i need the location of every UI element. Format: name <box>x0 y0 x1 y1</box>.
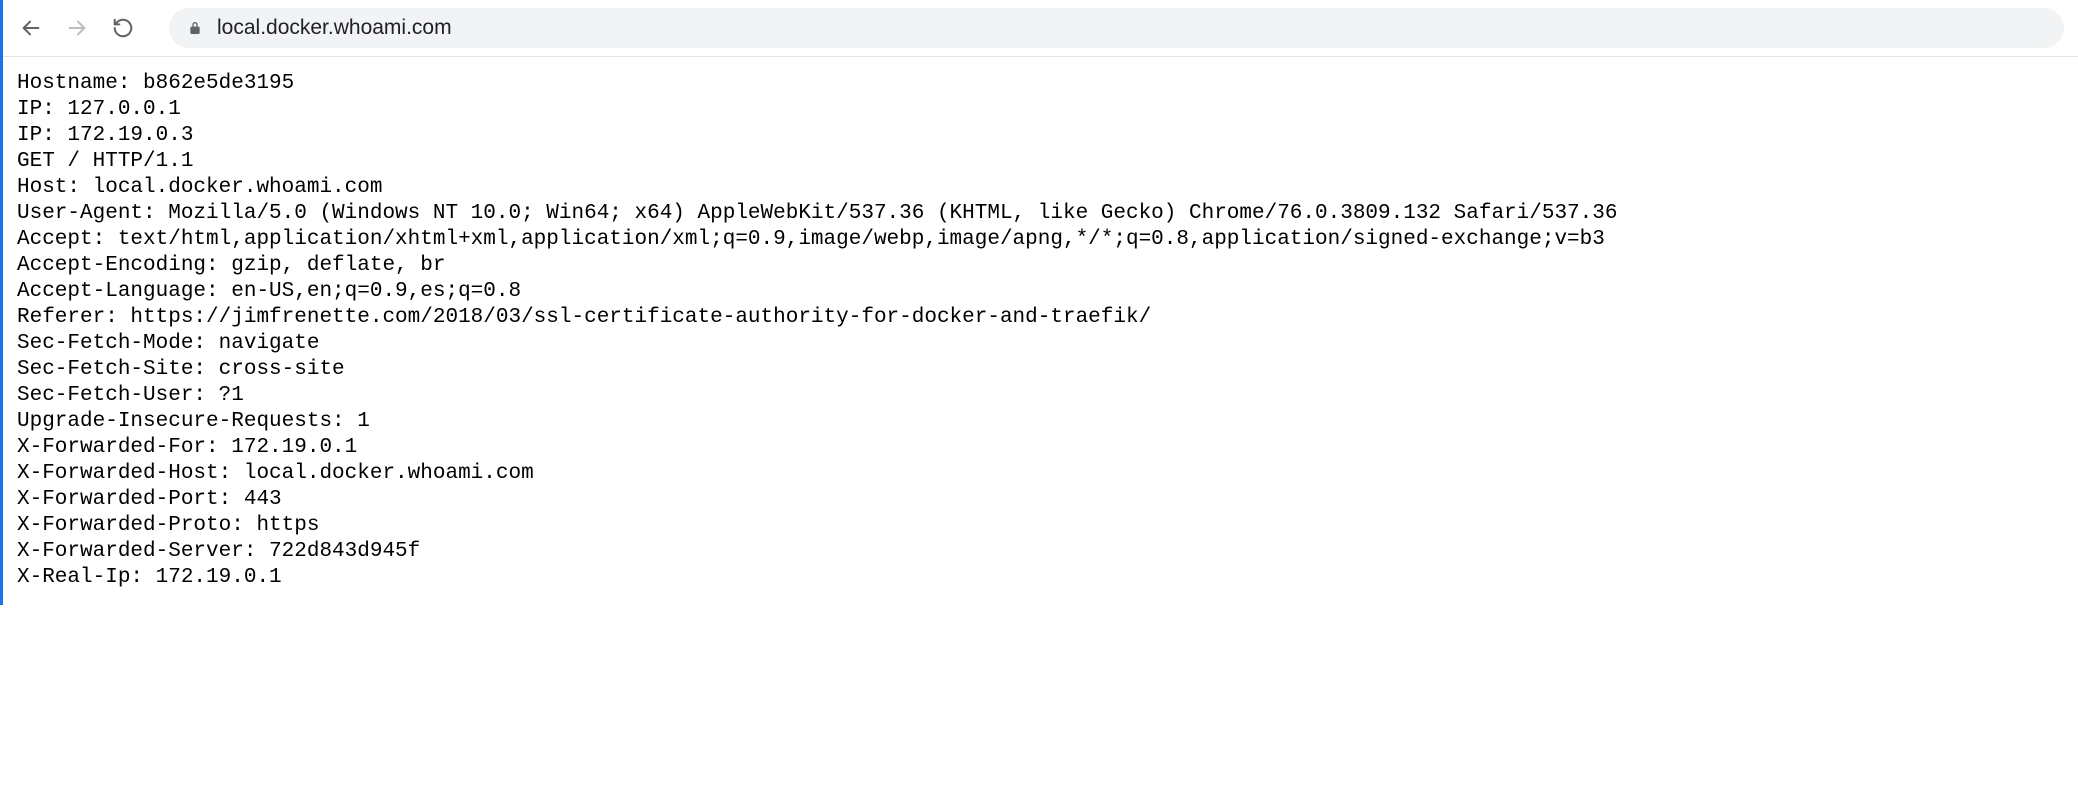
reload-icon <box>112 17 134 39</box>
response-line: Accept-Encoding: gzip, deflate, br <box>17 253 2078 279</box>
response-line: Upgrade-Insecure-Requests: 1 <box>17 409 2078 435</box>
response-line: Accept-Language: en-US,en;q=0.9,es;q=0.8 <box>17 279 2078 305</box>
response-line: X-Real-Ip: 172.19.0.1 <box>17 565 2078 591</box>
response-line: IP: 172.19.0.3 <box>17 123 2078 149</box>
page-content: Hostname: b862e5de3195IP: 127.0.0.1IP: 1… <box>3 57 2078 605</box>
response-line: Referer: https://jimfrenette.com/2018/03… <box>17 305 2078 331</box>
reload-button[interactable] <box>109 14 137 42</box>
response-line: Sec-Fetch-Mode: navigate <box>17 331 2078 357</box>
response-line: X-Forwarded-Host: local.docker.whoami.co… <box>17 461 2078 487</box>
response-line: X-Forwarded-Server: 722d843d945f <box>17 539 2078 565</box>
arrow-right-icon <box>66 17 88 39</box>
response-line: X-Forwarded-Port: 443 <box>17 487 2078 513</box>
response-line: Sec-Fetch-User: ?1 <box>17 383 2078 409</box>
response-line: X-Forwarded-For: 172.19.0.1 <box>17 435 2078 461</box>
url-text: local.docker.whoami.com <box>217 16 452 40</box>
browser-toolbar: local.docker.whoami.com <box>3 0 2078 57</box>
response-line: GET / HTTP/1.1 <box>17 149 2078 175</box>
response-line: IP: 127.0.0.1 <box>17 97 2078 123</box>
response-line: Host: local.docker.whoami.com <box>17 175 2078 201</box>
arrow-left-icon <box>20 17 42 39</box>
response-line: X-Forwarded-Proto: https <box>17 513 2078 539</box>
response-line: Hostname: b862e5de3195 <box>17 71 2078 97</box>
response-line: User-Agent: Mozilla/5.0 (Windows NT 10.0… <box>17 201 2078 227</box>
back-button[interactable] <box>17 14 45 42</box>
forward-button[interactable] <box>63 14 91 42</box>
address-bar[interactable]: local.docker.whoami.com <box>169 8 2064 48</box>
response-line: Accept: text/html,application/xhtml+xml,… <box>17 227 2078 253</box>
lock-icon <box>187 20 203 36</box>
response-line: Sec-Fetch-Site: cross-site <box>17 357 2078 383</box>
